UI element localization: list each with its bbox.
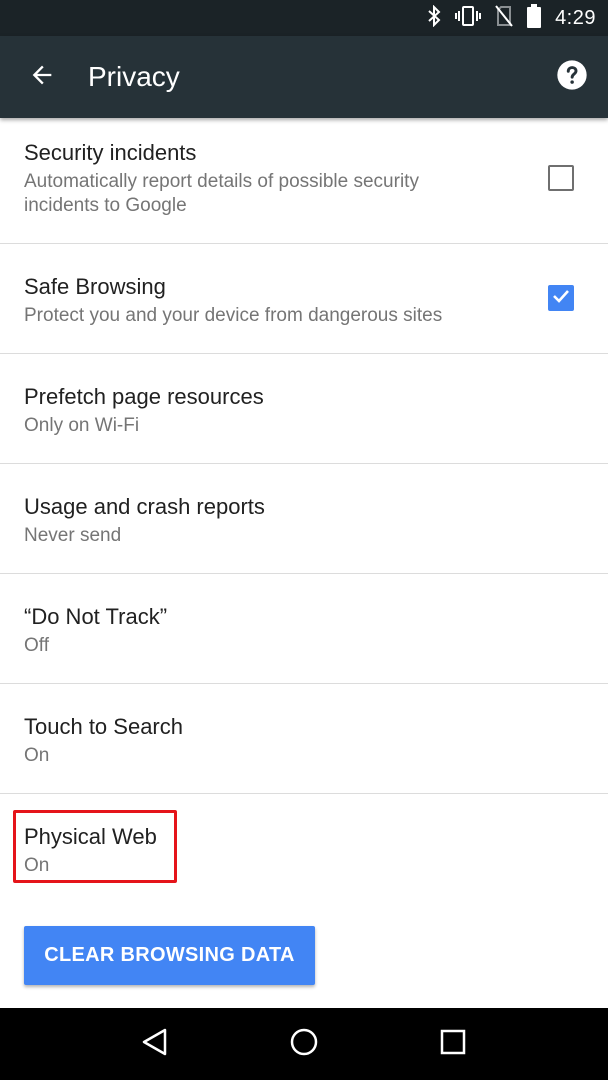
nav-home-icon xyxy=(289,1027,319,1062)
pref-prefetch-page-resources[interactable]: Prefetch page resources Only on Wi-Fi xyxy=(0,354,608,464)
bluetooth-icon xyxy=(427,4,441,32)
no-sim-icon xyxy=(495,4,513,32)
app-bar: Privacy xyxy=(0,36,608,118)
help-button[interactable] xyxy=(552,57,592,97)
highlight-box xyxy=(13,810,177,883)
checkmark-icon xyxy=(551,286,571,311)
pref-safe-browsing[interactable]: Safe Browsing Protect you and your devic… xyxy=(0,244,608,354)
vibrate-icon xyxy=(455,5,482,32)
back-button[interactable] xyxy=(22,57,62,97)
pref-usage-crash-reports[interactable]: Usage and crash reports Never send xyxy=(0,464,608,574)
nav-recents-button[interactable] xyxy=(428,1019,478,1069)
status-bar: 4:29 xyxy=(0,0,608,36)
pref-summary: On xyxy=(24,745,50,766)
pref-title: “Do Not Track” xyxy=(24,604,168,629)
safe-browsing-checkbox[interactable] xyxy=(548,285,574,311)
security-incidents-checkbox[interactable] xyxy=(548,165,574,191)
nav-recents-icon xyxy=(440,1029,466,1060)
arrow-back-icon xyxy=(28,61,56,94)
pref-summary: Only on Wi-Fi xyxy=(24,415,140,436)
pref-title: Safe Browsing xyxy=(24,274,166,299)
pref-title: Touch to Search xyxy=(24,714,183,739)
pref-do-not-track[interactable]: “Do Not Track” Off xyxy=(0,574,608,684)
battery-icon xyxy=(527,3,542,33)
help-icon xyxy=(556,59,588,96)
nav-back-icon xyxy=(140,1027,170,1062)
settings-list: Security incidents Automatically report … xyxy=(0,118,608,1008)
pref-title: Prefetch page resources xyxy=(24,384,264,409)
pref-touch-to-search[interactable]: Touch to Search On xyxy=(0,684,608,794)
pref-summary: Protect you and your device from dangero… xyxy=(24,305,443,326)
pref-summary: Automatically report details of possible… xyxy=(24,171,419,216)
clear-browsing-data-button[interactable]: CLEAR BROWSING DATA xyxy=(24,926,315,985)
page-title: Privacy xyxy=(88,61,180,92)
nav-back-button[interactable] xyxy=(130,1019,180,1069)
pref-title: Security incidents xyxy=(24,140,197,165)
pref-security-incidents[interactable]: Security incidents Automatically report … xyxy=(0,118,608,244)
navigation-bar xyxy=(0,1008,608,1080)
status-time: 4:29 xyxy=(555,6,596,29)
pref-summary: Off xyxy=(24,635,49,656)
pref-summary: Never send xyxy=(24,525,122,546)
nav-home-button[interactable] xyxy=(279,1019,329,1069)
pref-title: Usage and crash reports xyxy=(24,494,265,519)
